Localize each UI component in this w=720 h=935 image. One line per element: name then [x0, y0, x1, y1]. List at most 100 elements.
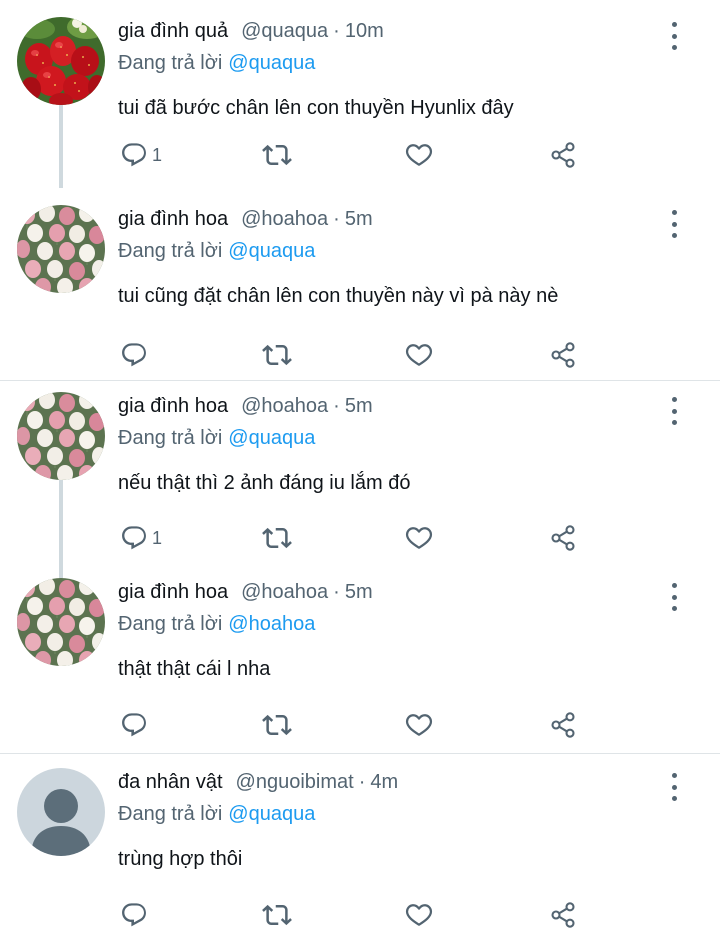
timestamp[interactable]: 5m [345, 581, 373, 604]
replying-to: Đang trả lời @quaqua [118, 52, 315, 75]
tweet-header: gia đình hoa @hoahoa · 5m [118, 581, 373, 604]
share-button[interactable] [549, 518, 577, 558]
reply-count: 1 [152, 144, 163, 165]
tweet-header: đa nhân vật @nguoibimat · 4m [118, 771, 398, 794]
tweet-text: tui cũng đặt chân lên con thuyền này vì … [118, 285, 559, 307]
share-icon [549, 711, 577, 739]
replying-to-link[interactable]: @quaqua [228, 240, 315, 262]
avatar-strawberry-icon[interactable] [17, 17, 105, 105]
reply-button[interactable]: 1 [120, 135, 162, 175]
heart-icon [405, 341, 433, 369]
replying-to-link[interactable]: @quaqua [228, 427, 315, 449]
replies-feed: gia đình quả @quaqua · 10m Đang trả lời @… [0, 0, 720, 935]
retweet-button[interactable] [262, 135, 292, 175]
separator: · [333, 581, 340, 603]
replying-to-link[interactable]: @hoahoa [228, 613, 315, 635]
separator: · [333, 208, 340, 230]
action-bar [0, 335, 720, 375]
tweet-1[interactable]: gia đình quả @quaqua · 10m Đang trả lời @… [0, 0, 720, 188]
reply-icon [120, 524, 148, 552]
tweet-text: trùng hợp thôi [118, 848, 243, 870]
retweet-button[interactable] [262, 335, 292, 375]
like-button[interactable] [405, 705, 433, 745]
tweet-text: nếu thật thì 2 ảnh đáng iu lắm đó [118, 472, 411, 494]
timestamp[interactable]: 5m [345, 208, 373, 231]
tweet-5[interactable]: đa nhân vật @nguoibimat · 4m Đang trả lờ… [0, 751, 720, 935]
reply-icon [120, 341, 148, 369]
like-button[interactable] [405, 895, 433, 935]
heart-icon [405, 711, 433, 739]
user-handle[interactable]: @hoahoa [241, 395, 328, 418]
tweet-text: tui đã bước chân lên con thuyền Hyunlix … [118, 97, 514, 119]
avatar-tulip-icon[interactable] [17, 578, 105, 666]
replying-to-link[interactable]: @quaqua [228, 803, 315, 825]
separator: · [333, 395, 340, 417]
replying-to: Đang trả lời @quaqua [118, 803, 315, 826]
avatar-default-user-icon[interactable] [17, 768, 105, 856]
reply-icon [120, 711, 148, 739]
retweet-button[interactable] [262, 518, 292, 558]
display-name[interactable]: gia đình hoa [118, 208, 228, 231]
share-button[interactable] [549, 895, 577, 935]
tweet-header: gia đình hoa @hoahoa · 5m [118, 395, 373, 418]
tweet-text: thật thật cái l nha [118, 658, 271, 680]
more-options-icon[interactable] [664, 210, 684, 238]
heart-icon [405, 524, 433, 552]
share-icon [549, 341, 577, 369]
action-bar: 1 [0, 135, 720, 175]
tweet-4[interactable]: gia đình hoa @hoahoa · 5m Đang trả lời @h… [0, 561, 720, 753]
reply-icon [120, 901, 148, 929]
more-options-icon[interactable] [664, 22, 684, 50]
share-icon [549, 901, 577, 929]
replying-to: Đang trả lời @hoahoa [118, 613, 315, 636]
reply-button[interactable] [120, 335, 152, 375]
user-handle[interactable]: @quaqua [241, 20, 328, 43]
replying-to: Đang trả lời @quaqua [118, 427, 315, 450]
retweet-button[interactable] [262, 705, 292, 745]
share-button[interactable] [549, 335, 577, 375]
retweet-icon [262, 523, 292, 553]
display-name[interactable]: gia đình quả [118, 20, 228, 43]
avatar-tulip-icon[interactable] [17, 392, 105, 480]
replying-to-label: Đang trả lời [118, 52, 223, 74]
reply-button[interactable] [120, 705, 152, 745]
timestamp[interactable]: 4m [370, 771, 398, 794]
tweet-header: gia đình quả @quaqua · 10m [118, 20, 384, 43]
reply-button[interactable]: 1 [120, 518, 162, 558]
reply-count: 1 [152, 527, 163, 548]
display-name[interactable]: gia đình hoa [118, 395, 228, 418]
more-options-icon[interactable] [664, 773, 684, 801]
tweet-2[interactable]: gia đình hoa @hoahoa · 5m Đang trả lời @q… [0, 188, 720, 380]
like-button[interactable] [405, 135, 433, 175]
replying-to-link[interactable]: @quaqua [228, 52, 315, 74]
replying-to-label: Đang trả lời [118, 613, 223, 635]
tweet-3[interactable]: gia đình hoa @hoahoa · 5m Đang trả lời @q… [0, 375, 720, 580]
display-name[interactable]: gia đình hoa [118, 581, 228, 604]
share-icon [549, 524, 577, 552]
timestamp[interactable]: 10m [345, 20, 384, 43]
display-name[interactable]: đa nhân vật [118, 771, 223, 794]
share-button[interactable] [549, 705, 577, 745]
user-handle[interactable]: @nguoibimat [236, 771, 354, 794]
retweet-icon [262, 900, 292, 930]
replying-to: Đang trả lời @quaqua [118, 240, 315, 263]
like-button[interactable] [405, 518, 433, 558]
timestamp[interactable]: 5m [345, 395, 373, 418]
retweet-icon [262, 140, 292, 170]
replying-to-label: Đang trả lời [118, 803, 223, 825]
more-options-icon[interactable] [664, 583, 684, 611]
action-bar [0, 895, 720, 935]
share-icon [549, 141, 577, 169]
user-handle[interactable]: @hoahoa [241, 208, 328, 231]
separator: · [358, 771, 366, 793]
share-button[interactable] [549, 135, 577, 175]
heart-icon [405, 901, 433, 929]
reply-button[interactable] [120, 895, 152, 935]
action-bar [0, 705, 720, 745]
like-button[interactable] [405, 335, 433, 375]
retweet-icon [262, 710, 292, 740]
avatar-tulip-icon[interactable] [17, 205, 105, 293]
more-options-icon[interactable] [664, 397, 684, 425]
retweet-button[interactable] [262, 895, 292, 935]
user-handle[interactable]: @hoahoa [241, 581, 328, 604]
